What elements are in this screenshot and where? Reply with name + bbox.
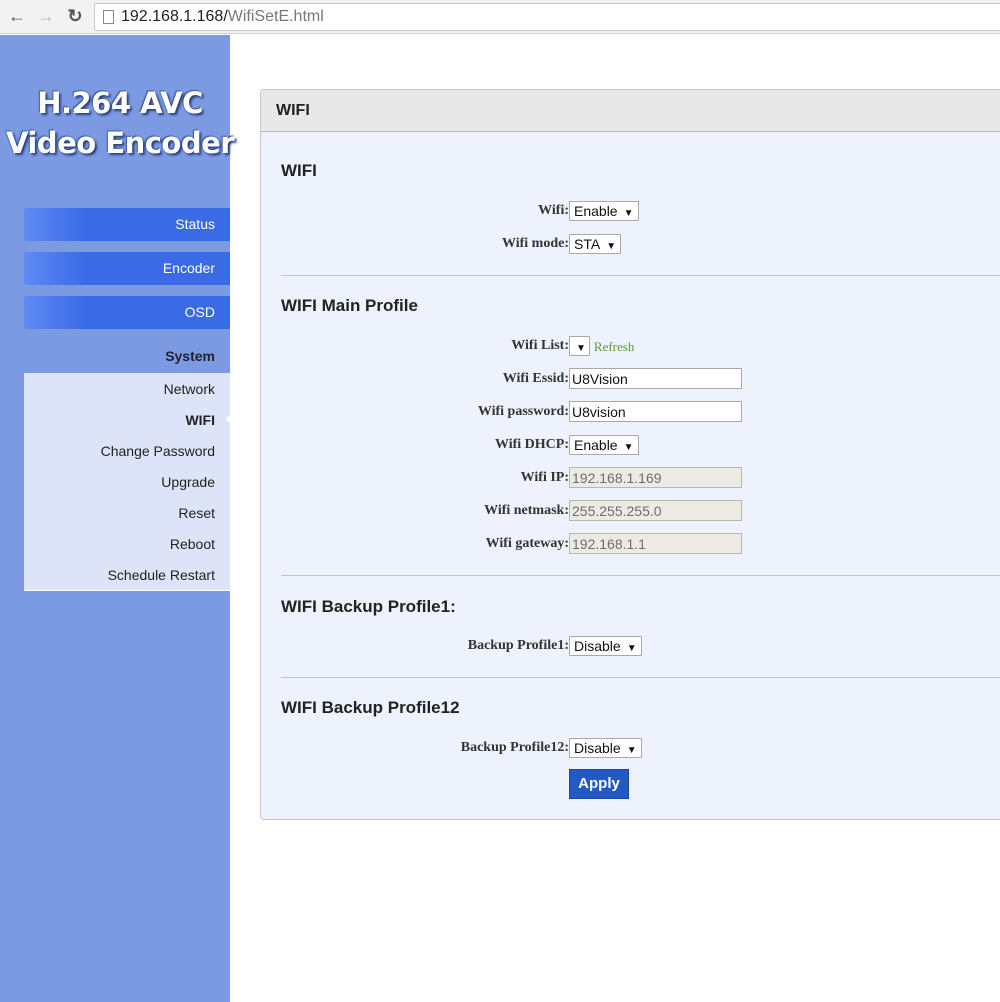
address-bar[interactable]: 192.168.1.168/WifiSetE.html (94, 3, 1000, 31)
backup-profile1-label: Backup Profile1: (467, 638, 569, 653)
menu-status[interactable]: Status (24, 208, 230, 241)
wifi-label: Wifi: (538, 203, 569, 218)
wifi-essid-label: Wifi Essid: (502, 371, 569, 386)
dropdown-arrow-icon: ▼ (606, 241, 617, 252)
wifi-essid-input[interactable] (569, 368, 742, 389)
dropdown-arrow-icon: ▼ (626, 745, 637, 756)
url-path: WifiSetE.html (227, 8, 324, 25)
menu-encoder[interactable]: Encoder (24, 252, 230, 285)
dropdown-arrow-icon: ▼ (623, 442, 634, 453)
wifi-gateway-input (569, 533, 742, 554)
panel-title: WIFI (261, 90, 1000, 132)
wifi-netmask-input (569, 500, 742, 521)
backup-profile12-label: Backup Profile12: (460, 740, 569, 755)
url-text: 192.168.1.168/WifiSetE.html (121, 8, 324, 26)
section-title-backup1: WIFI Backup Profile1: (281, 597, 456, 616)
system-submenu: Network WIFI Change Password Upgrade Res… (24, 373, 230, 591)
wifi-mode-select[interactable]: STA ▼ (569, 234, 622, 254)
reload-icon[interactable]: ↻ (64, 5, 86, 27)
wifi-select-value: Enable (574, 203, 618, 219)
section-title-wifi: WIFI (281, 161, 317, 180)
wifi-ip-input (569, 467, 742, 488)
backup-profile12-value: Disable (574, 740, 621, 756)
back-arrow-icon[interactable]: ← (6, 5, 28, 27)
wifi-mode-value: STA (574, 236, 601, 252)
logo-line2: Video Encoder (5, 126, 235, 160)
active-indicator-icon (226, 416, 232, 422)
wifi-select[interactable]: Enable ▼ (569, 201, 639, 221)
wifi-panel: WIFI WIFI Wifi: Enable ▼ Wifi mode: STA ▼ … (260, 89, 1000, 820)
wifi-dhcp-select[interactable]: Enable ▼ (569, 435, 639, 455)
submenu-upgrade[interactable]: Upgrade (161, 474, 215, 490)
wifi-list-select[interactable]: ▼ (569, 336, 590, 356)
wifi-mode-label: Wifi mode: (501, 236, 569, 251)
submenu-schedule-restart[interactable]: Schedule Restart (108, 567, 215, 583)
browser-toolbar: ← → ↻ 192.168.1.168/WifiSetE.html (0, 0, 1000, 34)
divider (281, 575, 1000, 576)
backup-profile12-select[interactable]: Disable ▼ (569, 738, 642, 758)
sidebar: H.264 AVC Video Encoder Status Encoder O… (0, 35, 235, 1002)
divider (281, 677, 1000, 678)
wifi-password-label: Wifi password: (477, 404, 569, 419)
backup-profile1-select[interactable]: Disable ▼ (569, 636, 642, 656)
backup-profile1-value: Disable (574, 638, 621, 654)
wifi-gateway-label: Wifi gateway: (485, 536, 569, 551)
submenu-change-password[interactable]: Change Password (101, 443, 215, 459)
url-host: 192.168.1.168/ (121, 8, 228, 25)
wifi-dhcp-value: Enable (574, 437, 618, 453)
submenu-reboot[interactable]: Reboot (170, 536, 215, 552)
forward-arrow-icon[interactable]: → (35, 5, 57, 27)
refresh-link[interactable]: Refresh (594, 339, 634, 354)
menu-system[interactable]: System (24, 348, 215, 364)
logo: H.264 AVC Video Encoder (0, 83, 240, 163)
dropdown-arrow-icon: ▼ (576, 343, 586, 354)
dropdown-arrow-icon: ▼ (626, 643, 637, 654)
submenu-reset[interactable]: Reset (178, 505, 215, 521)
wifi-ip-label: Wifi IP: (520, 470, 569, 485)
dropdown-arrow-icon: ▼ (623, 208, 634, 219)
section-title-main-profile: WIFI Main Profile (281, 296, 418, 315)
wifi-dhcp-label: Wifi DHCP: (494, 437, 569, 452)
submenu-network[interactable]: Network (164, 381, 215, 397)
page-icon (103, 10, 114, 24)
wifi-netmask-label: Wifi netmask: (484, 503, 569, 518)
divider (281, 275, 1000, 276)
logo-line1: H.264 AVC (37, 86, 203, 120)
section-title-backup2: WIFI Backup Profile12 (281, 698, 460, 717)
wifi-password-input[interactable] (569, 401, 742, 422)
menu-osd[interactable]: OSD (24, 296, 230, 329)
wifi-list-label: Wifi List: (511, 338, 569, 353)
submenu-wifi[interactable]: WIFI (185, 412, 215, 428)
apply-button[interactable]: Apply (569, 769, 629, 799)
